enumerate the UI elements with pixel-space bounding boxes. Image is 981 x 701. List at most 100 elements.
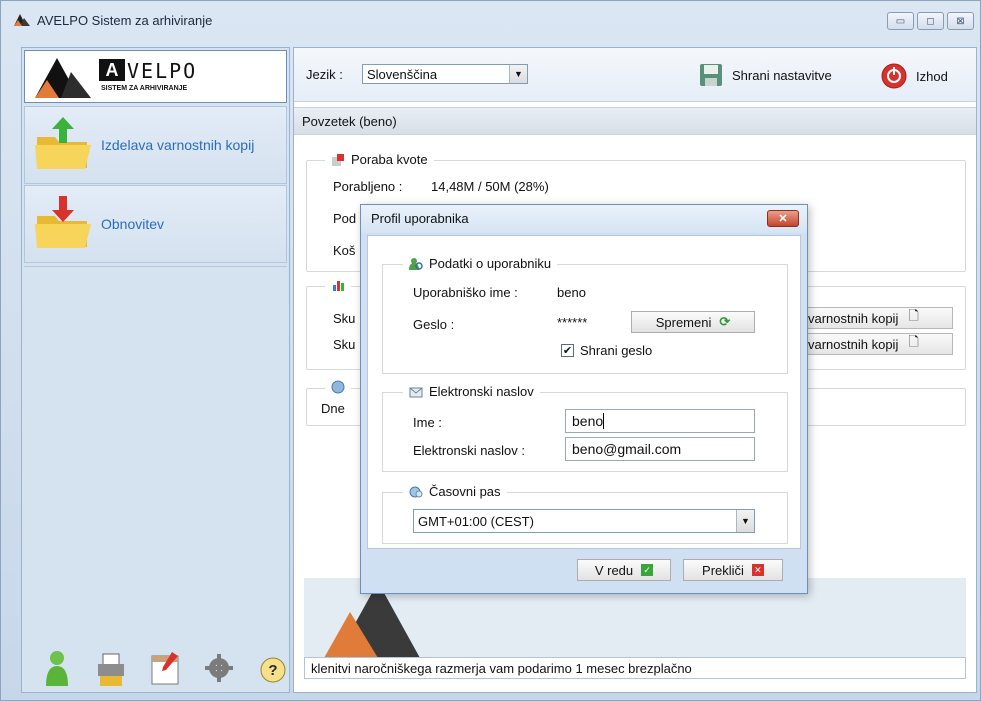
sidebar-item-restore[interactable]: Obnovitev [24, 185, 287, 263]
svg-text:?: ? [268, 662, 277, 679]
jobs-button-2-label: varnostnih kopij [808, 336, 899, 352]
quota-title: Poraba kvote [351, 152, 428, 167]
refresh-icon: ⟳ [719, 314, 731, 329]
quota-group-title: Poraba kvote [325, 152, 434, 167]
sidebar-empty-area [24, 266, 287, 638]
save-settings-button[interactable]: Shrani nastavitve [698, 62, 832, 88]
quota-icon [332, 153, 344, 166]
sidebar: A VELPO SISTEM ZA ARHIVIRANJE Izdelava v… [21, 47, 290, 693]
folder-upload-icon [35, 117, 91, 169]
promo-ticker: klenitvi naročniškega razmerja vam podar… [304, 657, 966, 679]
folder-restore-icon [35, 196, 91, 248]
sidebar-toolbar: ? [40, 648, 290, 688]
timezone-select-value: GMT+01:00 (CEST) [418, 513, 534, 529]
brand-logo: A VELPO SISTEM ZA ARHIVIRANJE [24, 50, 287, 103]
globe-icon [331, 380, 345, 394]
timezone-title-text: Časovni pas [429, 484, 501, 499]
window-title: AVELPO Sistem za arhiviranje [37, 12, 213, 28]
sidebar-item-backup[interactable]: Izdelava varnostnih kopij [24, 106, 287, 184]
sidebar-item-label: Obnovitev [101, 216, 165, 232]
name-field[interactable]: beno [565, 409, 755, 433]
exit-label: Izhod [916, 68, 948, 84]
document-icon: 🗋 [908, 334, 919, 349]
name-label: Ime : [413, 415, 442, 430]
close-button[interactable]: ⊠ [947, 12, 974, 30]
text-cursor [603, 413, 605, 429]
quota-row3-label: Koš [333, 243, 356, 258]
printer-icon[interactable] [94, 648, 128, 688]
minimize-button[interactable]: ▭ [887, 12, 914, 30]
name-field-value: beno [572, 413, 604, 429]
logo-triangle-icon [35, 58, 91, 98]
save-password-checkbox[interactable]: ✔ Shrani geslo [561, 343, 652, 358]
user-info-group: Podatki o uporabniku Uporabniško ime : b… [382, 256, 788, 374]
window-titlebar[interactable]: AVELPO Sistem za arhiviranje ▭ ◻ ⊠ [1, 1, 980, 39]
log-row-label: Dne [321, 401, 345, 416]
language-select[interactable]: Slovenščina ▼ [362, 64, 528, 84]
chevron-down-icon[interactable]: ▼ [509, 65, 527, 83]
banner-logo-icon [324, 582, 420, 658]
exit-button[interactable]: Izhod [880, 62, 948, 90]
language-select-value: Slovenščina [367, 66, 438, 82]
chevron-down-icon[interactable]: ▼ [736, 510, 754, 532]
logo-brand-text: VELPO [127, 59, 198, 83]
logo-subtitle: SISTEM ZA ARHIVIRANJE [101, 85, 188, 92]
email-field-value: beno@gmail.com [572, 441, 682, 457]
change-password-label: Spremeni [655, 314, 712, 330]
password-value: ****** [557, 315, 588, 330]
summary-header: Povzetek (beno) [294, 107, 976, 135]
user-search-icon [409, 257, 423, 270]
envelope-icon [409, 387, 423, 397]
log-group-title [325, 380, 351, 394]
floppy-disk-icon [700, 64, 722, 86]
jobs-row1-label: Sku [333, 311, 356, 326]
email-group: Elektronski naslov Ime : beno Elektronsk… [382, 384, 788, 472]
jobs-button-1-label: varnostnih kopij [808, 310, 899, 326]
timezone-select[interactable]: GMT+01:00 (CEST) ▼ [413, 509, 755, 533]
email-title-text: Elektronski naslov [429, 384, 534, 399]
clock-globe-icon [409, 486, 423, 497]
dialog-title: Profil uporabnika [371, 211, 469, 226]
help-icon[interactable]: ? [256, 648, 290, 688]
language-label: Jezik : [306, 67, 343, 82]
power-icon [881, 63, 907, 89]
email-group-title: Elektronski naslov [403, 384, 540, 399]
change-password-button[interactable]: Spremeni ⟳ [631, 311, 755, 333]
dialog-body: Podatki o uporabniku Uporabniško ime : b… [367, 235, 801, 549]
save-settings-label: Shrani nastavitve [732, 67, 832, 83]
email-field[interactable]: beno@gmail.com [565, 437, 755, 461]
cancel-button-label: Prekliči [702, 562, 744, 578]
jobs-button-1[interactable]: varnostnih kopij 🗋 [801, 307, 953, 329]
jobs-button-2[interactable]: varnostnih kopij 🗋 [801, 333, 953, 355]
user-info-title-text: Podatki o uporabniku [429, 256, 552, 271]
document-icon: 🗋 [908, 308, 919, 323]
email-label: Elektronski naslov : [413, 443, 525, 458]
app-window: AVELPO Sistem za arhiviranje ▭ ◻ ⊠ A VEL… [0, 0, 981, 701]
calendar-icon[interactable] [148, 648, 182, 688]
bar-chart-icon [333, 281, 344, 291]
check-icon: ✓ [641, 564, 654, 576]
save-password-label: Shrani geslo [580, 343, 653, 358]
username-label: Uporabniško ime : [413, 285, 518, 300]
avelpo-logo-icon [14, 14, 30, 26]
checkbox-checked-icon[interactable]: ✔ [561, 344, 574, 357]
logo-a-mark: A [99, 59, 125, 81]
dialog-titlebar[interactable]: Profil uporabnika [361, 205, 807, 233]
timezone-group: Časovni pas GMT+01:00 (CEST) ▼ [382, 484, 788, 544]
x-icon: ✕ [751, 564, 764, 576]
cancel-button[interactable]: Prekliči ✕ [683, 559, 783, 581]
main-toolbar: Jezik : Slovenščina ▼ Shrani nastavitve [294, 48, 976, 102]
user-profile-dialog: Profil uporabnika ✕ Podatki o uporabniku… [360, 204, 808, 594]
username-value: beno [557, 285, 586, 300]
quota-used-label: Porabljeno : [333, 179, 403, 194]
maximize-button[interactable]: ◻ [917, 12, 944, 30]
user-info-title: Podatki o uporabniku [403, 256, 558, 271]
ok-button[interactable]: V redu ✓ [577, 559, 671, 581]
gear-icon[interactable] [202, 648, 236, 688]
dialog-close-button[interactable]: ✕ [767, 210, 799, 227]
quota-row2-label: Pod [333, 211, 357, 226]
user-icon[interactable] [40, 648, 74, 688]
jobs-row2-label: Sku [333, 337, 356, 352]
jobs-group-title [325, 278, 351, 292]
ok-button-label: V redu [594, 562, 634, 578]
